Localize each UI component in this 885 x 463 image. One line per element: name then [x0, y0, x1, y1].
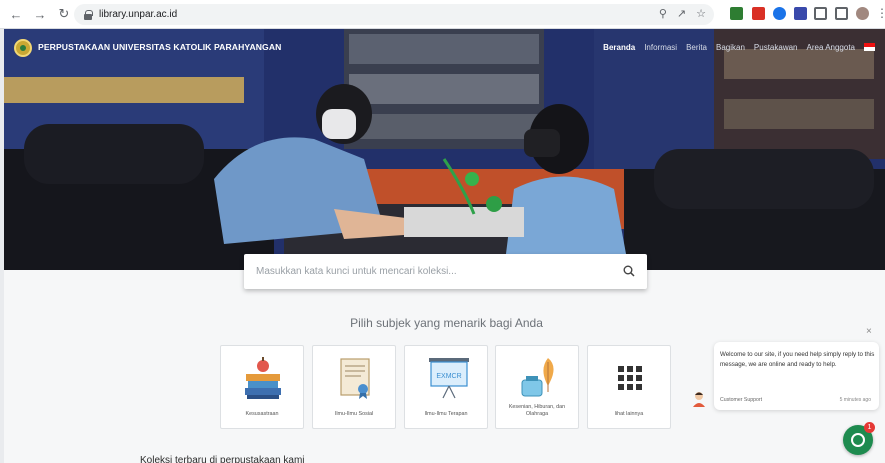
card-label: Ilmu-Ilmu Sosial: [334, 411, 374, 417]
grid-dots-icon: [618, 366, 642, 390]
bookmark-star-icon[interactable]: ☆: [696, 7, 706, 20]
subject-card-lihat-lainnya[interactable]: lihat lainnya: [587, 345, 671, 429]
menu-dots-icon[interactable]: ⋮: [876, 6, 885, 20]
chat-agent-name: Customer Support: [720, 397, 763, 403]
card-label: lihat lainnya: [614, 411, 644, 417]
extension-icon[interactable]: [773, 7, 786, 20]
agent-avatar-icon: [693, 392, 705, 407]
url-text: library.unpar.ac.id: [99, 9, 178, 20]
site-header: PERPUSTAKAAN UNIVERSITAS KATOLIK PARAHYA…: [4, 29, 885, 61]
language-flag-icon[interactable]: [864, 43, 875, 51]
subject-heading: Pilih subjek yang menarik bagi Anda: [350, 316, 543, 330]
card-label: Kesenian, Hiburan, dan Olahraga: [508, 404, 566, 417]
ink-quill-icon: [521, 358, 554, 397]
lock-icon: [84, 9, 93, 20]
extension-icon[interactable]: [730, 7, 743, 20]
unread-badge: 1: [864, 422, 875, 433]
extension-icon[interactable]: [752, 7, 765, 20]
search-icon[interactable]: [623, 265, 635, 277]
projector-text: EXMCR: [436, 373, 461, 380]
sidebar-icon[interactable]: [835, 7, 848, 20]
browser-toolbar: ← → ↻ library.unpar.ac.id ⚲ ↗ ☆ ⋮: [0, 0, 885, 29]
scroll-certificate-icon: [340, 358, 370, 399]
forward-arrow-icon[interactable]: →: [32, 6, 48, 22]
nav-beranda[interactable]: Beranda: [603, 43, 635, 52]
extension-icon[interactable]: [794, 7, 807, 20]
subject-card-kesenian[interactable]: Kesenian, Hiburan, dan Olahraga: [495, 345, 579, 429]
university-logo-icon[interactable]: [14, 39, 32, 57]
books-apple-icon: [245, 357, 281, 399]
projector-screen-icon: EXMCR: [429, 358, 469, 399]
hero-photo: [4, 29, 885, 270]
address-bar[interactable]: library.unpar.ac.id ⚲ ↗ ☆: [74, 4, 714, 25]
section-heading: Koleksi terbaru di perpustakaan kami: [140, 455, 305, 463]
chat-popup[interactable]: Welcome to our site, if you need help si…: [714, 342, 879, 410]
site-title[interactable]: PERPUSTAKAAN UNIVERSITAS KATOLIK PARAHYA…: [38, 42, 281, 52]
chat-bubble-icon: [851, 433, 865, 447]
subject-card-kesusastraan[interactable]: Kesusastraan: [220, 345, 304, 429]
chat-message: Welcome to our site, if you need help si…: [720, 351, 875, 368]
page: ← → ↻ library.unpar.ac.id ⚲ ↗ ☆ ⋮ PERPUS…: [0, 0, 885, 463]
card-label: Kesusastraan: [245, 411, 279, 417]
nav-area-anggota[interactable]: Area Anggota: [807, 43, 855, 52]
zoom-icon[interactable]: ⚲: [659, 7, 667, 20]
nav-pustakawan[interactable]: Pustakawan: [754, 43, 798, 52]
nav-bagikan[interactable]: Bagikan: [716, 43, 745, 52]
subject-card-ilmu-sosial[interactable]: Ilmu-Ilmu Sosial: [312, 345, 396, 429]
hero-banner: PERPUSTAKAAN UNIVERSITAS KATOLIK PARAHYA…: [4, 29, 885, 270]
profile-avatar[interactable]: [856, 7, 869, 20]
puzzle-icon[interactable]: [814, 7, 827, 20]
reload-icon[interactable]: ↻: [56, 6, 72, 22]
chat-timestamp: 5 minutes ago: [839, 397, 871, 403]
card-label: Ilmu-Ilmu Terapan: [424, 411, 468, 417]
search-input[interactable]: Masukkan kata kunci untuk mencari koleks…: [244, 254, 647, 289]
search-placeholder: Masukkan kata kunci untuk mencari koleks…: [256, 266, 457, 277]
main-nav: Beranda Informasi Berita Bagikan Pustaka…: [603, 43, 855, 52]
nav-informasi[interactable]: Informasi: [644, 43, 677, 52]
subject-card-ilmu-terapan[interactable]: EXMCR Ilmu-Ilmu Terapan: [404, 345, 488, 429]
nav-berita[interactable]: Berita: [686, 43, 707, 52]
back-arrow-icon[interactable]: ←: [8, 6, 24, 22]
chat-close-icon[interactable]: ×: [866, 326, 872, 337]
share-icon[interactable]: ↗: [677, 7, 686, 20]
